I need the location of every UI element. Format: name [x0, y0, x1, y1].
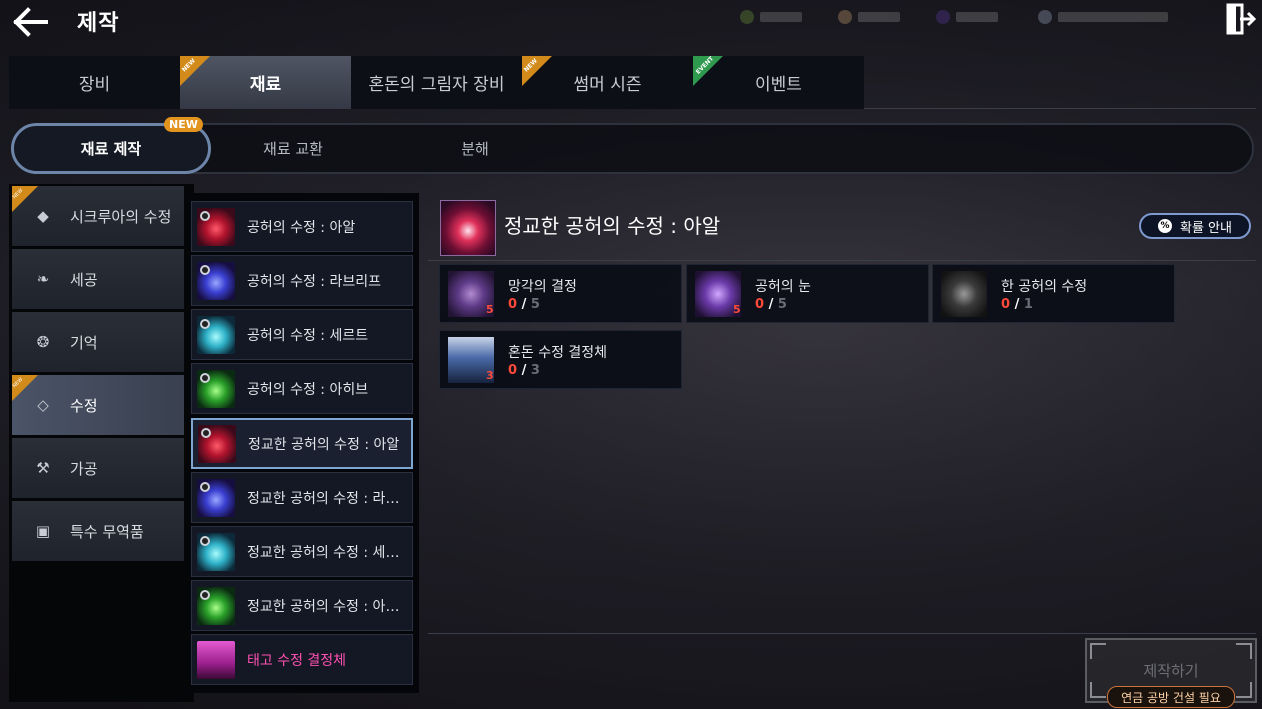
list-item[interactable]: 공허의 수정 : 아알: [191, 201, 413, 252]
selected-item-icon: [440, 200, 496, 256]
crystal-icon: [197, 369, 235, 408]
list-item-selected[interactable]: 정교한 공허의 수정 : 아알: [191, 418, 413, 469]
probability-info-button[interactable]: % 확률 안내: [1139, 213, 1251, 239]
page-title: 제작: [77, 11, 120, 36]
new-badge: NEW: [164, 117, 203, 132]
emblem-icon: ❂: [36, 333, 50, 351]
new-ribbon: NEW: [522, 56, 552, 86]
feather-icon: ❧: [36, 270, 50, 288]
list-item[interactable]: 공허의 수정 : 아히브: [191, 363, 413, 414]
bottle-icon: [197, 640, 235, 679]
material-slot[interactable]: 3 혼돈 수정 결정체 0 / 3: [439, 330, 682, 389]
selected-item-title: 정교한 공허의 수정 : 아알: [504, 214, 721, 238]
crystal-icon: [197, 207, 235, 246]
tab-event[interactable]: EVENT 이벤트: [693, 56, 864, 109]
category-memory[interactable]: ❂ 기억: [12, 312, 184, 372]
divider: [864, 108, 1256, 109]
event-ribbon: EVENT: [693, 56, 723, 86]
list-item[interactable]: 정교한 공허의 수정 : 세르트: [191, 526, 413, 577]
material-count: 0 / 5: [755, 297, 787, 312]
frame-corner: [1236, 682, 1252, 698]
craft-label: 제작하기: [1143, 662, 1199, 680]
material-slot[interactable]: 5 망각의 결정 0 / 5: [439, 264, 682, 323]
currency-slot: [838, 8, 900, 26]
category-sikrua-crystal[interactable]: NEW ◆ 시크루아의 수정: [12, 186, 184, 246]
tab-equipment[interactable]: 장비: [9, 56, 180, 109]
main-tab-bar: 장비 NEW 재료 혼돈의 그림자 장비 NEW 썸머 시즌 EVENT 이벤트: [9, 56, 864, 109]
tab-materials[interactable]: NEW 재료: [180, 56, 351, 109]
category-craftsmanship[interactable]: ❧ 세공: [12, 249, 184, 309]
currency-slot: [936, 8, 998, 26]
frame-corner: [1236, 643, 1252, 659]
category-special-trade[interactable]: ▣ 특수 무역품: [12, 501, 184, 561]
hammer-icon: ⚒: [36, 459, 50, 477]
subtab-material-exchange[interactable]: 재료 교환: [213, 123, 373, 174]
crystal-icon: [197, 478, 235, 517]
material-count: 0 / 1: [1001, 297, 1033, 312]
subtab-dismantle[interactable]: 분해: [395, 123, 555, 174]
back-arrow-icon[interactable]: [10, 4, 50, 40]
new-ribbon: NEW: [12, 186, 38, 212]
percent-icon: %: [1158, 219, 1172, 233]
list-item[interactable]: 정교한 공허의 수정 : 라브리프: [191, 472, 413, 523]
currency-slot: [740, 8, 802, 26]
crystal-icon: [198, 424, 236, 463]
frame-corner: [1090, 682, 1106, 698]
material-slot[interactable]: 5 공허의 눈 0 / 5: [686, 264, 929, 323]
craft-button[interactable]: 제작하기 연금 공방 건설 필요: [1085, 638, 1257, 708]
tab-chaos-shadow-equipment[interactable]: 혼돈의 그림자 장비: [351, 56, 522, 109]
crystal-icon: [197, 261, 235, 300]
crystal-icon: [197, 532, 235, 571]
new-ribbon: NEW: [180, 56, 210, 86]
material-count: 0 / 3: [508, 363, 540, 378]
currency-slot: [1038, 8, 1168, 26]
material-count: 0 / 5: [508, 297, 540, 312]
tab-summer-season[interactable]: NEW 썸머 시즌: [522, 56, 693, 109]
divider: [428, 260, 1256, 261]
frame-corner: [1090, 643, 1106, 659]
exit-icon[interactable]: [1226, 3, 1256, 35]
category-processing[interactable]: ⚒ 가공: [12, 438, 184, 498]
crystal-icon: [197, 315, 235, 354]
category-crystal[interactable]: NEW ◇ 수정: [12, 375, 184, 435]
list-item[interactable]: 공허의 수정 : 세르트: [191, 309, 413, 360]
crystal-icon: [197, 586, 235, 625]
material-slot[interactable]: 한 공허의 수정 0 / 1: [932, 264, 1175, 323]
list-item[interactable]: 태고 수정 결정체: [191, 634, 413, 685]
new-ribbon: NEW: [12, 375, 38, 401]
requirement-badge: 연금 공방 건설 필요: [1107, 686, 1235, 708]
list-item[interactable]: 공허의 수정 : 라브리프: [191, 255, 413, 306]
ticket-icon: ▣: [35, 522, 51, 540]
divider: [428, 633, 1256, 634]
dark-crystal-icon: [941, 271, 987, 317]
list-item[interactable]: 정교한 공허의 수정 : 아히브: [191, 580, 413, 631]
